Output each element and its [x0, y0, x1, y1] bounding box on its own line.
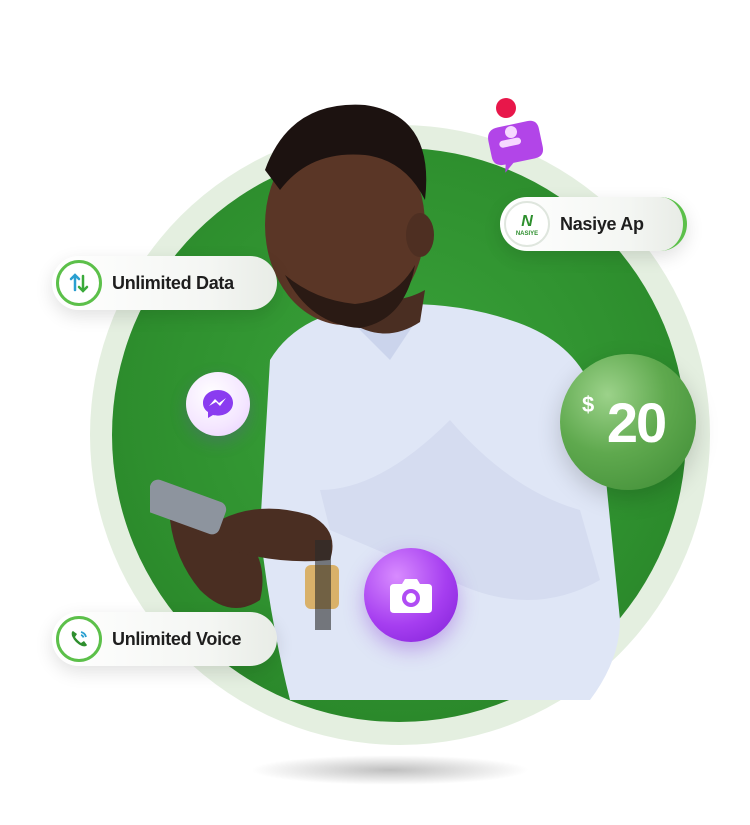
- messenger-icon: [186, 372, 250, 436]
- unlimited-data-pill: Unlimited Data: [52, 256, 277, 310]
- svg-text:N: N: [521, 213, 533, 230]
- nasiye-app-pill: N NASIYE Nasiye Ap: [500, 197, 687, 251]
- nasiye-app-label: Nasiye Ap: [560, 213, 644, 234]
- data-transfer-icon: [56, 260, 102, 306]
- unlimited-voice-pill: Unlimited Voice: [52, 612, 277, 666]
- price-currency: $: [582, 392, 595, 417]
- ground-shadow: [250, 755, 530, 785]
- camera-icon: [364, 548, 458, 642]
- nasiye-logo-text: NASIYE: [516, 231, 538, 237]
- price-amount: 20: [606, 390, 667, 454]
- nasiye-logo: N NASIYE: [504, 201, 550, 247]
- unlimited-data-label: Unlimited Data: [112, 272, 234, 293]
- unlimited-voice-label: Unlimited Voice: [112, 628, 242, 649]
- phone-call-icon: [56, 616, 102, 662]
- price-bubble: $ 20: [560, 354, 696, 490]
- chat-bubble-icon: [488, 98, 544, 173]
